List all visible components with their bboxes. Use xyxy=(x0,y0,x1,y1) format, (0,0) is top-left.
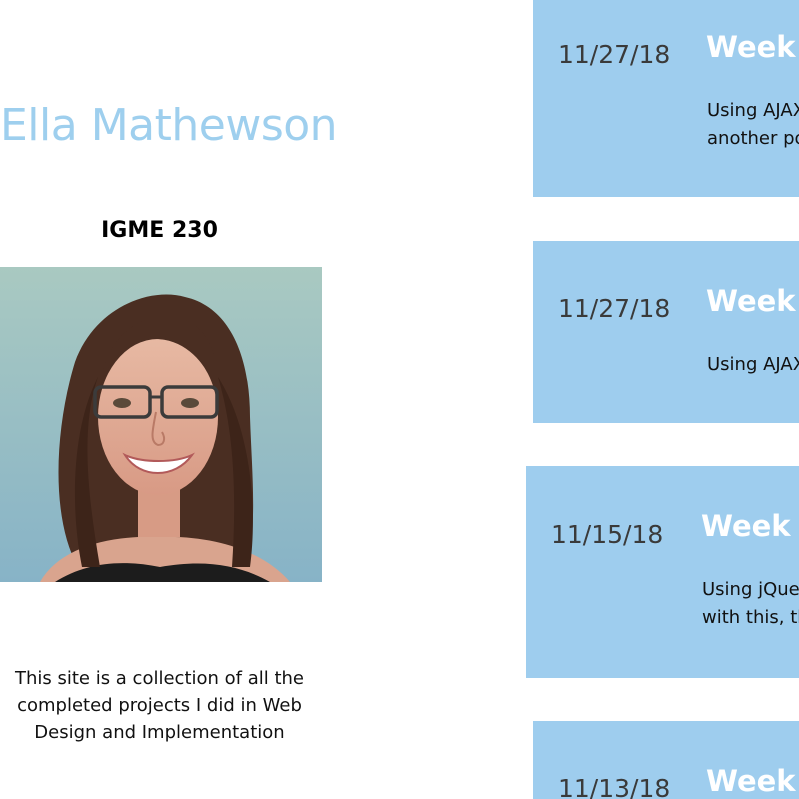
site-description: This site is a collection of all the com… xyxy=(14,668,305,743)
course-label: IGME 230 xyxy=(101,218,218,243)
card-body: Using jQue with this, th xyxy=(702,579,799,628)
card-body: Using AJAX xyxy=(707,354,799,375)
portfolio-page: Ella Mathewson IGME 230 This site is a c… xyxy=(0,0,799,799)
card-date: 11/13/18 xyxy=(558,774,671,799)
card-body: Using AJAX another po xyxy=(707,100,799,149)
card-title: Week 1 xyxy=(706,30,799,64)
card-date: 11/27/18 xyxy=(558,40,671,69)
timeline-card[interactable]: 11/27/18 Week 1 Using AJAX xyxy=(533,241,799,423)
profile-column: Ella Mathewson IGME 230 This site is a c… xyxy=(0,0,338,799)
timeline-card[interactable]: 11/13/18 Week 1 xyxy=(533,721,799,799)
profile-photo xyxy=(0,267,322,582)
author-name: Ella Mathewson xyxy=(0,100,338,151)
card-title: Week 1 xyxy=(706,284,799,318)
card-date: 11/27/18 xyxy=(558,294,671,323)
timeline-card[interactable]: 11/15/18 Week 1 Using jQue with this, th xyxy=(526,466,799,678)
card-date: 11/15/18 xyxy=(551,520,664,549)
card-title: Week 1 xyxy=(706,764,799,798)
card-title: Week 1 xyxy=(701,509,799,543)
timeline-card[interactable]: 11/27/18 Week 1 Using AJAX another po xyxy=(533,0,799,197)
